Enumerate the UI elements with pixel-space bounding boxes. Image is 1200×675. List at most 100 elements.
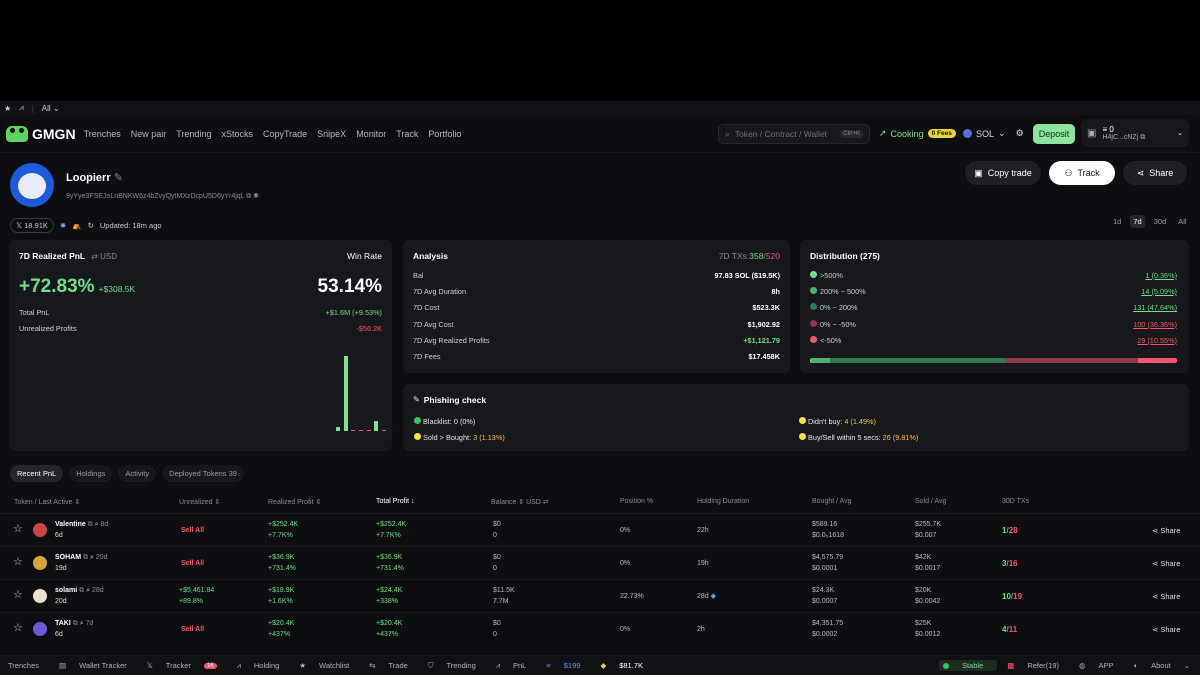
th-total[interactable]: Total Profit ↓ xyxy=(376,498,415,505)
deposit-button[interactable]: Deposit xyxy=(1033,124,1075,144)
solscan-icon[interactable]: ◉ xyxy=(253,193,259,200)
all-dropdown[interactable]: All ⌄ xyxy=(42,104,60,113)
currency-toggle[interactable]: ⇄ USD xyxy=(91,252,117,261)
th-bought[interactable]: Bought / Avg xyxy=(812,498,852,505)
distribution-row-value[interactable]: 131 (47.64%) xyxy=(1133,303,1177,312)
wallet-menu[interactable]: ▣ ≡ 0 H4jC...cNZj ⧉ ⌄ xyxy=(1081,119,1189,147)
footer-tracker[interactable]: 𝕏 Tracker 16 xyxy=(147,661,227,670)
copy-icon[interactable]: ⧉ xyxy=(77,587,86,594)
copy-icon[interactable]: ⧉ xyxy=(81,554,90,561)
token-name[interactable]: solami xyxy=(55,587,77,594)
edit-icon[interactable]: ✎ xyxy=(114,172,123,184)
nav-link-portfolio[interactable]: Portfolio xyxy=(428,129,461,139)
profile-name: Loopierr ✎ xyxy=(66,171,259,184)
star-icon[interactable]: ☆ xyxy=(13,623,23,634)
sold-avg: $0.0012 xyxy=(915,631,941,638)
tab-activity[interactable]: Activity xyxy=(118,465,157,482)
unrealized-cell[interactable]: Sell All xyxy=(181,624,204,635)
search-input[interactable]: ⌕ Token / Contract / Wallet Ctrl+K xyxy=(718,124,870,144)
star-icon[interactable]: ☆ xyxy=(13,590,23,601)
tab-recent-pnl[interactable]: Recent PnL xyxy=(10,465,64,482)
distribution-row-value[interactable]: 14 (5.09%) xyxy=(1141,287,1177,296)
nav-link-track[interactable]: Track xyxy=(396,129,418,139)
distribution-row-value[interactable]: 29 (10.55%) xyxy=(1137,336,1177,345)
row-share-button[interactable]: ⋖ Share xyxy=(1152,624,1180,635)
footer-trade[interactable]: ⇆ Trade xyxy=(369,661,418,670)
holding-duration-value: 28d xyxy=(697,593,709,600)
star-icon[interactable]: ☆ xyxy=(13,557,23,568)
nav-link-xstocks[interactable]: xStocks xyxy=(221,129,253,139)
th-token[interactable]: Token / Last Active ⇕ xyxy=(14,498,80,506)
table-row[interactable]: ☆ Valentine ⧉ ⌕ 8d 6d Sell All +$252.4K +7.7K… xyxy=(0,513,1200,546)
nav-link-trenches[interactable]: Trenches xyxy=(84,129,121,139)
copy-icon[interactable]: ⧉ xyxy=(1140,134,1145,141)
logo[interactable]: GMGN xyxy=(6,125,76,142)
nav-link-copytrade[interactable]: CopyTrade xyxy=(263,129,307,139)
distribution-row-value[interactable]: 1 (0.36%) xyxy=(1145,271,1177,280)
nav-link-monitor[interactable]: Monitor xyxy=(356,129,386,139)
settings-icon[interactable]: ⚙ xyxy=(1016,128,1024,139)
period-1d[interactable]: 1d xyxy=(1110,215,1124,228)
period-All[interactable]: All xyxy=(1175,215,1189,228)
star-icon[interactable]: ★ xyxy=(4,104,11,113)
win-rate-value: 53.14% xyxy=(317,276,382,297)
sell-all-button[interactable]: Sell All xyxy=(181,624,204,635)
token-last-active: 19d xyxy=(55,565,67,572)
sell-all-button[interactable]: Sell All xyxy=(181,558,204,569)
tx-count-cell: 10/19 xyxy=(1002,591,1022,602)
copy-trade-button[interactable]: ▣ Copy trade xyxy=(965,161,1041,185)
copy-icon[interactable]: ⧉ xyxy=(71,620,80,627)
share-button[interactable]: ⋖ Share xyxy=(1123,161,1187,185)
copy-icon[interactable]: ⧉ xyxy=(86,521,95,528)
nav-link-new-pair[interactable]: New pair xyxy=(131,129,167,139)
cooking-button[interactable]: ➚ Cooking 0 Fees xyxy=(879,128,956,139)
footer-trending[interactable]: ⛉ Trending xyxy=(428,661,486,671)
table-row[interactable]: ☆ SOHAM ⧉ ⌕ 20d 19d Sell All +$36.9K +731.4% +… xyxy=(0,546,1200,579)
footer-wallet-tracker[interactable]: ▤ Wallet Tracker xyxy=(59,661,137,670)
footer-pnl[interactable]: ⩘ PnL xyxy=(496,661,537,671)
footer-holding[interactable]: ⩘ Holding xyxy=(237,661,290,671)
row-share-button[interactable]: ⋖ Share xyxy=(1152,591,1180,602)
nav-link-trending[interactable]: Trending xyxy=(176,129,211,139)
th-balance[interactable]: Balance ⇕ USD ⇄ xyxy=(491,498,549,506)
token-name[interactable]: TAKI xyxy=(55,620,71,627)
distribution-row-value[interactable]: 100 (36.36%) xyxy=(1133,320,1177,329)
row-share-button[interactable]: ⋖ Share xyxy=(1152,558,1180,569)
th-realized[interactable]: Realized Profit ⇕ xyxy=(268,498,321,506)
unrealized-cell[interactable]: Sell All xyxy=(181,558,204,569)
bought-value: $4,575.79 xyxy=(812,554,844,561)
track-button[interactable]: ⚇ Track xyxy=(1049,161,1115,185)
th-unrealized[interactable]: Unrealized ⇕ xyxy=(179,498,220,506)
unrealized-cell[interactable]: Sell All xyxy=(181,525,204,536)
footer-app[interactable]: ◍ APP xyxy=(1079,661,1124,670)
nav-link-snipex[interactable]: SnipeX xyxy=(317,129,346,139)
footer-stable[interactable]: Stable xyxy=(938,660,998,671)
star-icon[interactable]: ☆ xyxy=(13,524,23,535)
footer-about[interactable]: ◐ About ⌄ xyxy=(1134,661,1190,670)
table-row[interactable]: ☆ TAKI ⧉ ⌕ 7d 6d Sell All +$20.4K +437% +$20.4… xyxy=(0,612,1200,645)
bought-avg: $0.0₅1618 xyxy=(812,532,845,539)
period-7d[interactable]: 7d xyxy=(1130,215,1145,228)
balance-usd: $0 xyxy=(493,620,501,627)
tab-holdings[interactable]: Holdings xyxy=(69,465,113,482)
win-rate-label: Win Rate xyxy=(347,251,382,261)
tx-sells: 16 xyxy=(1008,559,1018,568)
th-sold[interactable]: Sold / Avg xyxy=(915,498,946,505)
sell-all-button[interactable]: Sell All xyxy=(181,525,204,536)
x-followers-badge[interactable]: 𝕏 18.91K xyxy=(10,218,54,233)
th-sold-label: Sold / Avg xyxy=(915,498,947,505)
chain-selector[interactable]: SOL ⌄ ⚙ xyxy=(963,128,1024,139)
chart-icon[interactable]: ⩘ xyxy=(19,103,24,113)
footer-refer[interactable]: ▩ Refer(19) xyxy=(1007,661,1069,670)
row-share-button[interactable]: ⋖ Share xyxy=(1152,525,1180,536)
token-name[interactable]: Valentine xyxy=(55,521,86,528)
period-30d[interactable]: 30d xyxy=(1151,215,1170,228)
tab-deployed-tokens-39[interactable]: Deployed Tokens 39 xyxy=(162,465,244,482)
footer-trenches[interactable]: Trenches xyxy=(8,661,49,670)
token-name[interactable]: SOHAM xyxy=(55,554,81,561)
copy-icon[interactable]: ⧉ xyxy=(246,193,251,200)
hook-icon: ✎ xyxy=(413,395,420,404)
footer-watchlist[interactable]: ★ Watchlist xyxy=(299,661,359,670)
refresh-icon[interactable]: ↻ xyxy=(88,221,94,230)
table-row[interactable]: ☆ solami ⧉ ⌕ 28d 20d +$5,461.84 +89.8% +$18.9… xyxy=(0,579,1200,612)
